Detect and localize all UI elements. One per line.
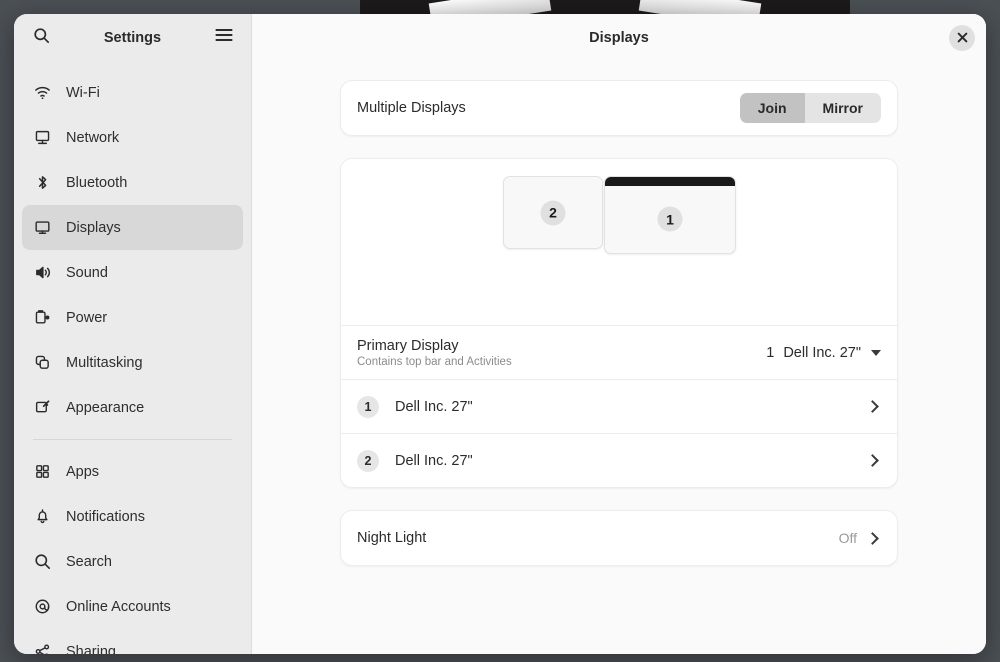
display-name: Dell Inc. 27" — [395, 398, 473, 415]
primary-display-subtitle: Contains top bar and Activities — [357, 355, 512, 368]
hamburger-menu-icon — [215, 28, 233, 47]
primary-display-title: Primary Display — [357, 337, 459, 354]
sidebar-item-label: Multitasking — [66, 354, 143, 371]
network-icon — [34, 129, 51, 146]
sidebar-item-label: Displays — [66, 219, 121, 236]
sidebar-item-label: Network — [66, 129, 120, 146]
display-list-item-2[interactable]: 2 Dell Inc. 27" — [341, 433, 897, 487]
monitor-number-badge: 1 — [657, 206, 683, 232]
primary-display-name: Dell Inc. 27" — [783, 344, 861, 361]
sidebar-item-label: Appearance — [66, 399, 145, 416]
sidebar-item-label: Sound — [66, 264, 108, 281]
sidebar-item-label: Power — [66, 309, 108, 326]
display-icon — [34, 219, 51, 236]
sidebar-item-wi-fi[interactable]: Wi-Fi — [22, 70, 243, 115]
wifi-icon — [34, 84, 51, 101]
sidebar-item-search[interactable]: Search — [22, 539, 243, 584]
night-light-card: Night Light Off — [340, 510, 898, 566]
bluetooth-icon — [34, 174, 51, 191]
appearance-icon — [34, 399, 51, 416]
sidebar-item-notifications[interactable]: Notifications — [22, 494, 243, 539]
display-arrangement-area[interactable]: 2 1 — [341, 159, 897, 325]
monitor-number-badge: 2 — [540, 200, 566, 225]
sidebar-item-power[interactable]: Power — [22, 295, 243, 340]
page-title: Displays — [589, 29, 649, 46]
sidebar-item-label: Online Accounts — [66, 598, 171, 615]
night-light-label: Night Light — [357, 530, 427, 546]
sidebar-item-network[interactable]: Network — [22, 115, 243, 160]
close-icon — [957, 32, 968, 43]
display-name: Dell Inc. 27" — [395, 452, 473, 469]
chevron-down-icon — [871, 349, 881, 356]
sidebar-item-label: Search — [66, 553, 112, 570]
monitor-preview-1[interactable]: 1 — [604, 176, 736, 254]
primary-topbar-indicator — [605, 177, 735, 186]
multiple-displays-label: Multiple Displays — [357, 100, 466, 116]
bell-icon — [34, 508, 51, 525]
sidebar-item-label: Wi-Fi — [66, 84, 100, 101]
sidebar-item-online-accounts[interactable]: Online Accounts — [22, 584, 243, 629]
primary-display-text: Primary Display Contains top bar and Act… — [357, 338, 512, 368]
chevron-right-icon — [866, 400, 879, 413]
multiple-displays-row: Multiple Displays Join Mirror — [341, 81, 897, 135]
sidebar-item-label: Bluetooth — [66, 174, 128, 191]
sidebar-item-multitasking[interactable]: Multitasking — [22, 340, 243, 385]
night-light-value: Off — [838, 530, 857, 546]
sidebar-nav-list[interactable]: Wi-Fi Network Bluetooth Displays Sound P… — [14, 61, 251, 654]
sidebar: Settings Wi-Fi Network Bluetooth Display… — [14, 14, 252, 654]
search-icon — [33, 27, 50, 49]
main-menu-button[interactable] — [208, 22, 240, 54]
chevron-right-icon — [866, 531, 879, 545]
search-icon — [34, 553, 51, 570]
sidebar-item-sound[interactable]: Sound — [22, 250, 243, 295]
close-button[interactable] — [949, 24, 975, 51]
join-option[interactable]: Join — [739, 92, 805, 124]
display-list-item-1[interactable]: 1 Dell Inc. 27" — [341, 379, 897, 433]
search-button[interactable] — [25, 22, 57, 54]
sidebar-header: Settings — [14, 14, 251, 61]
speaker-icon — [34, 264, 51, 281]
grid-icon — [34, 463, 51, 480]
displays-card: 2 1 Primary Display Contains top bar and… — [340, 158, 898, 488]
primary-display-number: 1 — [766, 344, 775, 361]
sidebar-separator — [33, 439, 232, 440]
battery-icon — [34, 309, 51, 326]
primary-display-row[interactable]: Primary Display Contains top bar and Act… — [341, 325, 897, 379]
night-light-row[interactable]: Night Light Off — [341, 511, 897, 565]
at-sign-icon — [34, 598, 51, 615]
sidebar-item-apps[interactable]: Apps — [22, 449, 243, 494]
windows-icon — [34, 354, 51, 371]
primary-display-dropdown[interactable]: 1 Dell Inc. 27" — [766, 345, 881, 361]
settings-content: Multiple Displays Join Mirror 2 1 Primar… — [252, 61, 986, 654]
sidebar-item-sharing[interactable]: Sharing — [22, 629, 243, 654]
sidebar-item-displays[interactable]: Displays — [22, 205, 243, 250]
display-number-badge: 2 — [357, 449, 379, 472]
display-number-badge: 1 — [357, 395, 379, 418]
sidebar-item-label: Apps — [66, 463, 100, 480]
monitor-preview-2[interactable]: 2 — [503, 176, 603, 249]
share-icon — [34, 643, 51, 654]
chevron-right-icon — [866, 454, 879, 467]
multiple-displays-toggle[interactable]: Join Mirror — [739, 92, 881, 124]
mirror-option[interactable]: Mirror — [805, 93, 881, 123]
sidebar-item-label: Notifications — [66, 508, 145, 525]
sidebar-item-bluetooth[interactable]: Bluetooth — [22, 160, 243, 205]
multiple-displays-card: Multiple Displays Join Mirror — [340, 80, 898, 136]
sidebar-item-appearance[interactable]: Appearance — [22, 385, 243, 430]
main-pane: Displays Multiple Displays Join Mirror 2… — [252, 14, 986, 654]
sidebar-item-label: Sharing — [66, 643, 116, 655]
settings-window: Settings Wi-Fi Network Bluetooth Display… — [14, 14, 986, 654]
main-header: Displays — [252, 14, 986, 61]
